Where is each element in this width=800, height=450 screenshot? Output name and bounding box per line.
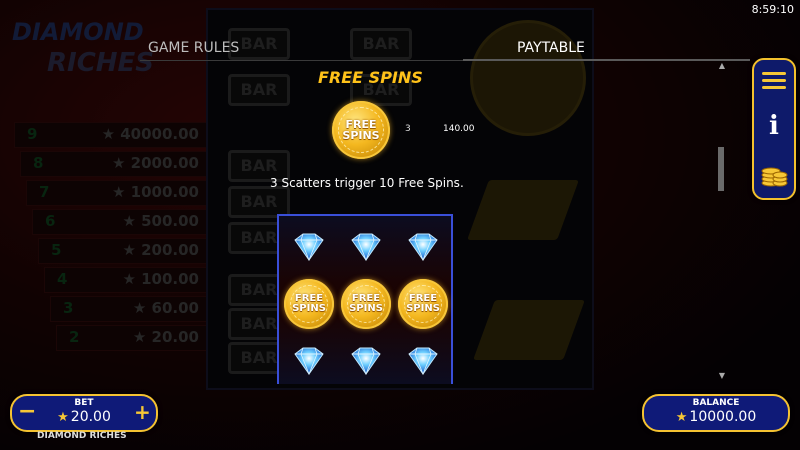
hamburger-menu-icon[interactable] bbox=[762, 72, 786, 92]
info-icon[interactable]: i bbox=[766, 110, 782, 142]
coin-ring bbox=[347, 285, 385, 323]
side-menu-panel: i bbox=[752, 58, 796, 200]
star-icon: ★ bbox=[57, 410, 69, 425]
scroll-down-arrow-icon[interactable]: ▼ bbox=[717, 372, 727, 380]
coin-ring bbox=[404, 285, 442, 323]
star-icon: ★ bbox=[675, 410, 688, 425]
diamond-symbol-icon bbox=[395, 220, 451, 274]
tab-paytable[interactable]: PAYTABLE bbox=[517, 40, 585, 56]
clock: 8:59:10 bbox=[751, 3, 794, 16]
balance-value-row: ★ 10000.00 bbox=[644, 409, 788, 425]
feature-description: 3 Scatters trigger 10 Free Spins. bbox=[270, 176, 464, 190]
diamond-symbol-icon bbox=[281, 220, 337, 274]
free-spins-coin: FREE SPINS bbox=[341, 279, 391, 329]
bet-increase-button[interactable]: + bbox=[134, 402, 151, 422]
active-tab-indicator bbox=[463, 59, 750, 61]
free-spins-coin: FREE SPINS bbox=[398, 279, 448, 329]
bet-control: − BET ★ 20.00 + bbox=[10, 394, 158, 432]
bet-value: 20.00 bbox=[70, 409, 111, 425]
game-name: DIAMOND RICHES bbox=[37, 431, 127, 441]
tab-game-rules[interactable]: GAME RULES bbox=[148, 40, 239, 56]
scroll-up-arrow-icon[interactable]: ▲ bbox=[717, 62, 727, 70]
balance-value: 10000.00 bbox=[689, 409, 757, 425]
diamond-symbol-icon bbox=[281, 334, 337, 388]
coin-ring bbox=[290, 285, 328, 323]
scrollbar[interactable]: ▲ ▼ bbox=[717, 62, 727, 380]
coin-ring bbox=[338, 107, 384, 153]
free-spins-scatter-icon: FREE SPINS bbox=[281, 277, 337, 331]
diamond-symbol-icon bbox=[395, 334, 451, 388]
symbol-payout: 140.00 bbox=[443, 124, 475, 134]
free-spins-scatter-icon: FREE SPINS bbox=[332, 101, 390, 159]
example-grid: FREE SPINS FREE SPINS FREE SPINS bbox=[277, 214, 453, 384]
free-spins-scatter-icon: FREE SPINS bbox=[395, 277, 451, 331]
free-spins-scatter-icon: FREE SPINS bbox=[338, 277, 394, 331]
diamond-symbol-icon bbox=[338, 334, 394, 388]
scroll-thumb[interactable] bbox=[718, 147, 724, 191]
symbol-count: 3 bbox=[405, 124, 411, 134]
diamond-symbol-icon bbox=[338, 220, 394, 274]
section-title: FREE SPINS bbox=[318, 68, 423, 87]
coin-stack-icon[interactable] bbox=[760, 156, 788, 188]
balance-display: BALANCE ★ 10000.00 bbox=[642, 394, 790, 432]
balance-label: BALANCE bbox=[692, 398, 740, 408]
free-spins-coin: FREE SPINS bbox=[284, 279, 334, 329]
